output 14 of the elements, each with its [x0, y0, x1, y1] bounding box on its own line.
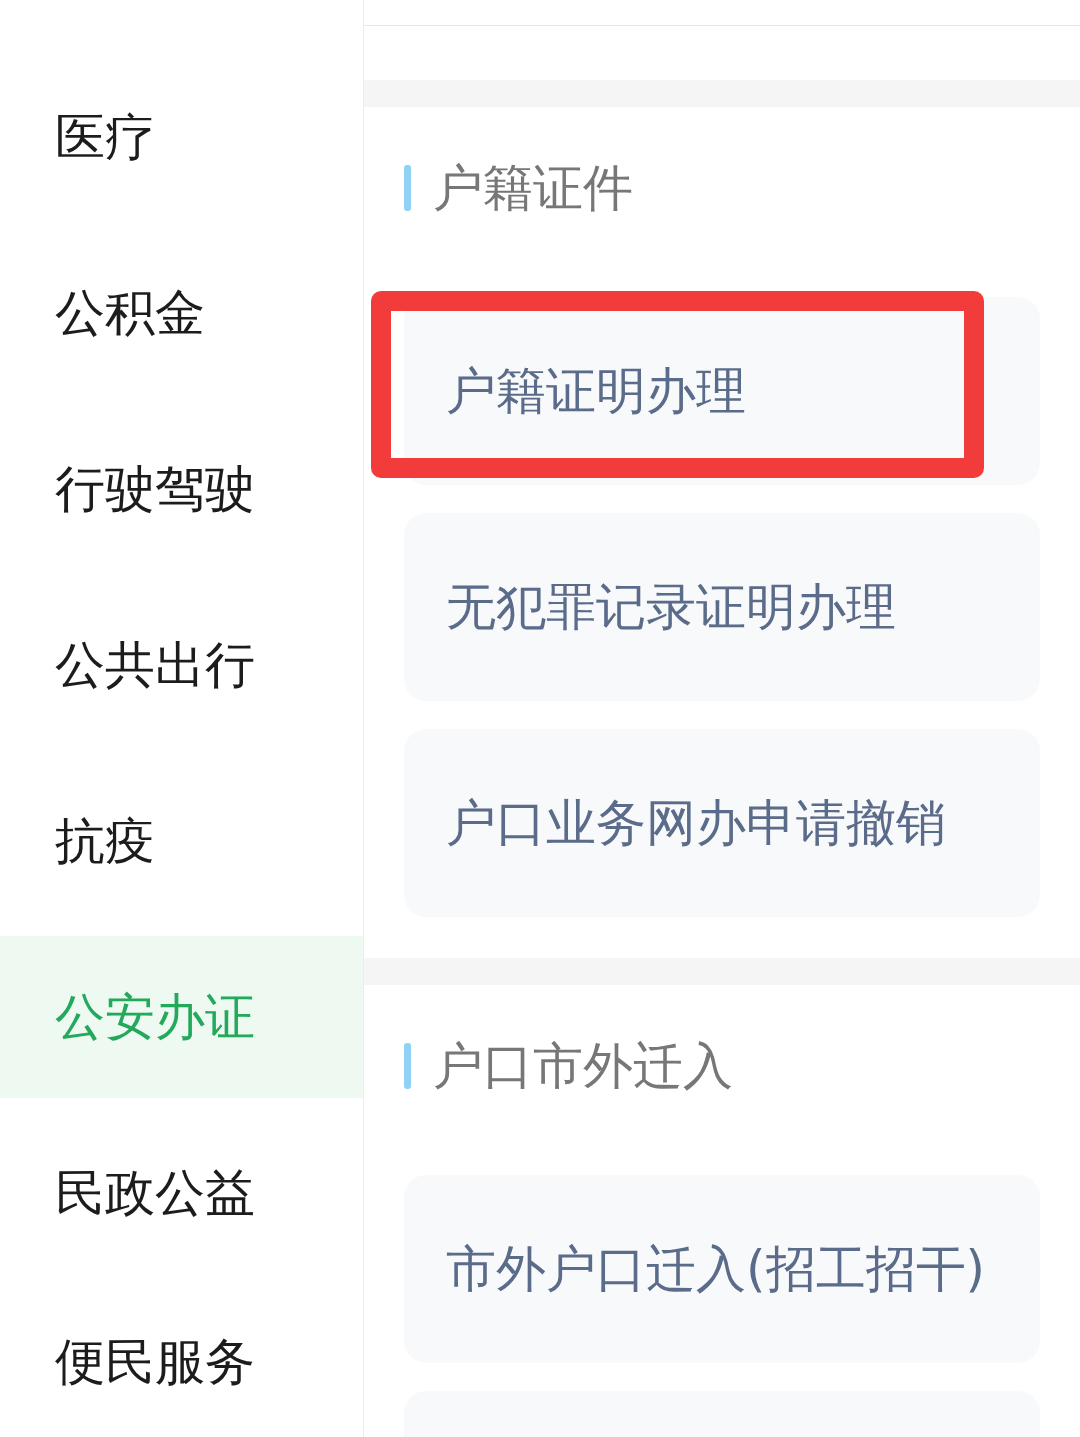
section-title: 户籍证件 — [433, 160, 633, 216]
service-item[interactable]: 户口业务网办申请撤销 — [404, 729, 1040, 917]
sidebar-item[interactable]: 便民服务 — [0, 1288, 363, 1437]
sidebar-item[interactable]: 抗疫 — [0, 760, 363, 922]
service-item[interactable]: 无犯罪记录证明办理 — [404, 513, 1040, 701]
sidebar-item[interactable]: 医疗 — [0, 56, 363, 218]
section-marker-icon — [404, 165, 411, 211]
sidebar-item[interactable]: 公积金 — [0, 232, 363, 394]
section-marker-icon — [404, 1043, 411, 1089]
sidebar-item[interactable]: 公共出行 — [0, 584, 363, 746]
sidebar-item[interactable]: 民政公益 — [0, 1112, 363, 1274]
sidebar-item[interactable]: 行驶驾驶 — [0, 408, 363, 570]
service-item[interactable]: 市外户口迁入(招工招干) — [404, 1175, 1040, 1363]
section-title: 户口市外迁入 — [433, 1038, 733, 1094]
